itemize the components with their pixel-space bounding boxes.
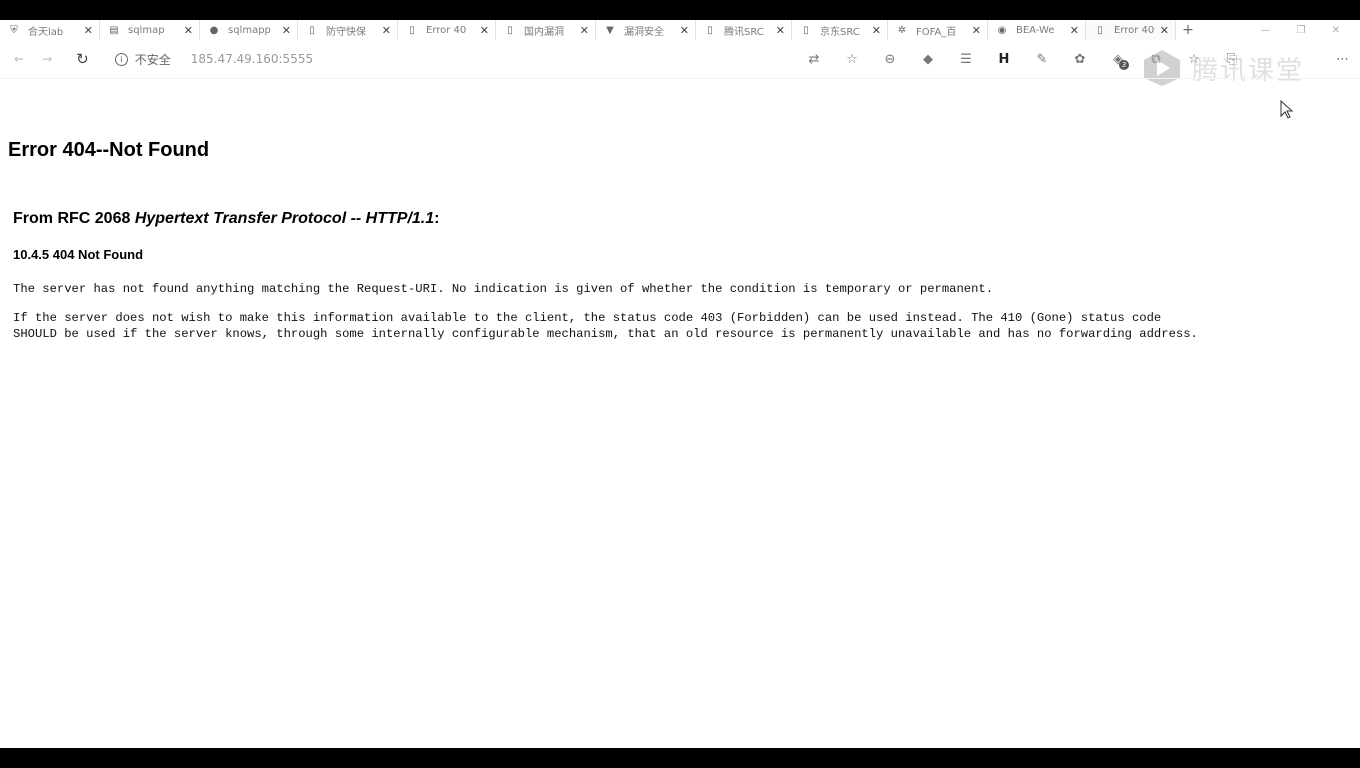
- window-controls: — ❐ ✕: [1261, 25, 1360, 36]
- close-window-icon[interactable]: ✕: [1332, 25, 1340, 36]
- url-text[interactable]: 185.47.49.160:5555: [191, 52, 313, 66]
- triangle-icon: ▼: [606, 24, 614, 36]
- page-icon: ▯: [409, 24, 415, 36]
- browser-tab[interactable]: ▤ sqlmap ✕: [100, 20, 200, 40]
- close-tab-icon[interactable]: ✕: [382, 24, 391, 37]
- hackbar-icon[interactable]: H: [985, 52, 1023, 67]
- page-icon: ▯: [707, 24, 713, 36]
- page-icon: ▯: [1097, 24, 1103, 36]
- browser-tab[interactable]: ▯ 国内漏洞 ✕: [496, 20, 596, 40]
- close-tab-icon[interactable]: ✕: [872, 24, 881, 37]
- tab-title: 腾讯SRC: [724, 26, 764, 38]
- close-tab-icon[interactable]: ✕: [1070, 24, 1079, 37]
- tab-title: 国内漏洞: [524, 26, 564, 38]
- paragraph-line: If the server does not wish to make this…: [13, 311, 1162, 325]
- rfc-protocol: Hypertext Transfer Protocol -- HTTP/1.1: [134, 210, 435, 227]
- reload-icon[interactable]: ↻: [76, 50, 89, 68]
- info-icon[interactable]: i: [114, 52, 128, 66]
- browser-tab[interactable]: ▼ 漏洞安全 ✕: [596, 20, 696, 40]
- browser-tab[interactable]: ▯ Error 40 ✕: [398, 20, 496, 40]
- tab-title: sqlmapp: [228, 24, 271, 36]
- favorite-star-icon[interactable]: ☆: [833, 52, 871, 67]
- tab-title: Error 40: [426, 24, 467, 36]
- page-icon: ▯: [309, 24, 315, 36]
- minimize-icon[interactable]: —: [1261, 25, 1271, 36]
- close-tab-icon[interactable]: ✕: [776, 24, 785, 37]
- tab-title: 合天lab: [28, 26, 64, 38]
- new-tab-icon[interactable]: +: [1176, 22, 1200, 38]
- back-icon[interactable]: ←: [14, 52, 24, 66]
- browser-tab[interactable]: ▯ 京东SRC ✕: [792, 20, 888, 40]
- menu-lines-icon[interactable]: ☰: [947, 52, 985, 67]
- rfc-prefix: From RFC 2068: [13, 210, 135, 227]
- close-tab-icon[interactable]: ✕: [972, 24, 981, 37]
- github-icon: ●: [209, 24, 219, 36]
- paragraph-not-found: The server has not found anything matchi…: [13, 282, 994, 296]
- extension-badge: 3: [1119, 59, 1129, 70]
- browser-tab[interactable]: ● sqlmapp ✕: [200, 20, 298, 40]
- tab-title: 防守快保: [326, 26, 366, 38]
- screen-top-band: [0, 0, 1360, 20]
- browser-tab[interactable]: ⛨ 合天lab ✕: [0, 20, 100, 40]
- screen-bottom-band: [0, 748, 1360, 768]
- close-tab-icon[interactable]: ✕: [282, 24, 291, 37]
- close-tab-icon[interactable]: ✕: [480, 24, 489, 37]
- puzzle-icon[interactable]: ✿: [1061, 52, 1099, 67]
- translate-icon[interactable]: ⇄: [795, 52, 833, 67]
- page-icon: ▯: [803, 24, 809, 36]
- watermark-text: 腾讯课堂: [1192, 55, 1305, 86]
- tab-title: sqlmap: [128, 24, 165, 36]
- address-bar[interactable]: i 不安全 185.47.49.160:5555: [114, 51, 313, 68]
- browser-tab[interactable]: ▯ Error 40 ✕: [1086, 20, 1176, 40]
- paragraph-line: SHOULD be used if the server knows, thro…: [13, 327, 1198, 341]
- browser-tab[interactable]: ▯ 腾讯SRC ✕: [696, 20, 792, 40]
- rfc-heading: From RFC 2068 Hypertext Transfer Protoco…: [13, 210, 439, 228]
- block-icon[interactable]: ⊖: [871, 52, 909, 67]
- forward-icon[interactable]: →: [42, 52, 52, 66]
- tab-title: FOFA_百: [916, 26, 957, 38]
- tab-title: 漏洞安全: [624, 26, 664, 38]
- shield-icon: ⛨: [10, 24, 18, 36]
- security-label: 不安全: [134, 52, 171, 67]
- toolbar-divider: [0, 78, 1360, 79]
- tab-title: BEA-We: [1016, 24, 1055, 36]
- browser-tab[interactable]: ▯ 防守快保 ✕: [298, 20, 398, 40]
- close-tab-icon[interactable]: ✕: [680, 24, 689, 37]
- close-tab-icon[interactable]: ✕: [1160, 24, 1169, 37]
- close-tab-icon[interactable]: ✕: [184, 24, 193, 37]
- browser-tab[interactable]: ◉ BEA-We ✕: [988, 20, 1086, 40]
- gear-icon: ✲: [897, 24, 907, 36]
- tool-icon[interactable]: ✎: [1023, 52, 1061, 67]
- tab-title: Error 40: [1114, 24, 1155, 36]
- browser-tab[interactable]: ✲ FOFA_百 ✕: [888, 20, 988, 40]
- page-title: Error 404--Not Found: [8, 139, 210, 161]
- circle-icon: ◉: [997, 24, 1007, 36]
- extension-icon[interactable]: ◆: [909, 52, 947, 67]
- paragraph-forbidden: If the server does not wish to make this…: [13, 310, 1198, 342]
- badge-extension-icon[interactable]: ◈ 3: [1099, 52, 1137, 70]
- more-menu-icon[interactable]: ⋯: [1336, 52, 1349, 67]
- restore-icon[interactable]: ❐: [1297, 25, 1306, 36]
- tab-strip: ⛨ 合天lab ✕ ▤ sqlmap ✕ ● sqlmapp ✕ ▯ 防守快保 ✕ ▯ Error 40 ✕…: [0, 20, 1360, 40]
- close-tab-icon[interactable]: ✕: [84, 24, 93, 37]
- page-icon: ▯: [507, 24, 513, 36]
- sql-icon: ▤: [109, 24, 119, 36]
- close-tab-icon[interactable]: ✕: [580, 24, 589, 37]
- nav-buttons: ← → ↻: [0, 50, 89, 68]
- mouse-cursor-icon: [1280, 100, 1294, 119]
- tencent-classroom-watermark: 腾讯课堂: [1140, 48, 1304, 88]
- section-heading: 10.4.5 404 Not Found: [13, 247, 144, 262]
- play-logo-icon: [1144, 50, 1180, 86]
- tab-title: 京东SRC: [820, 26, 860, 38]
- rfc-suffix: :: [434, 210, 440, 227]
